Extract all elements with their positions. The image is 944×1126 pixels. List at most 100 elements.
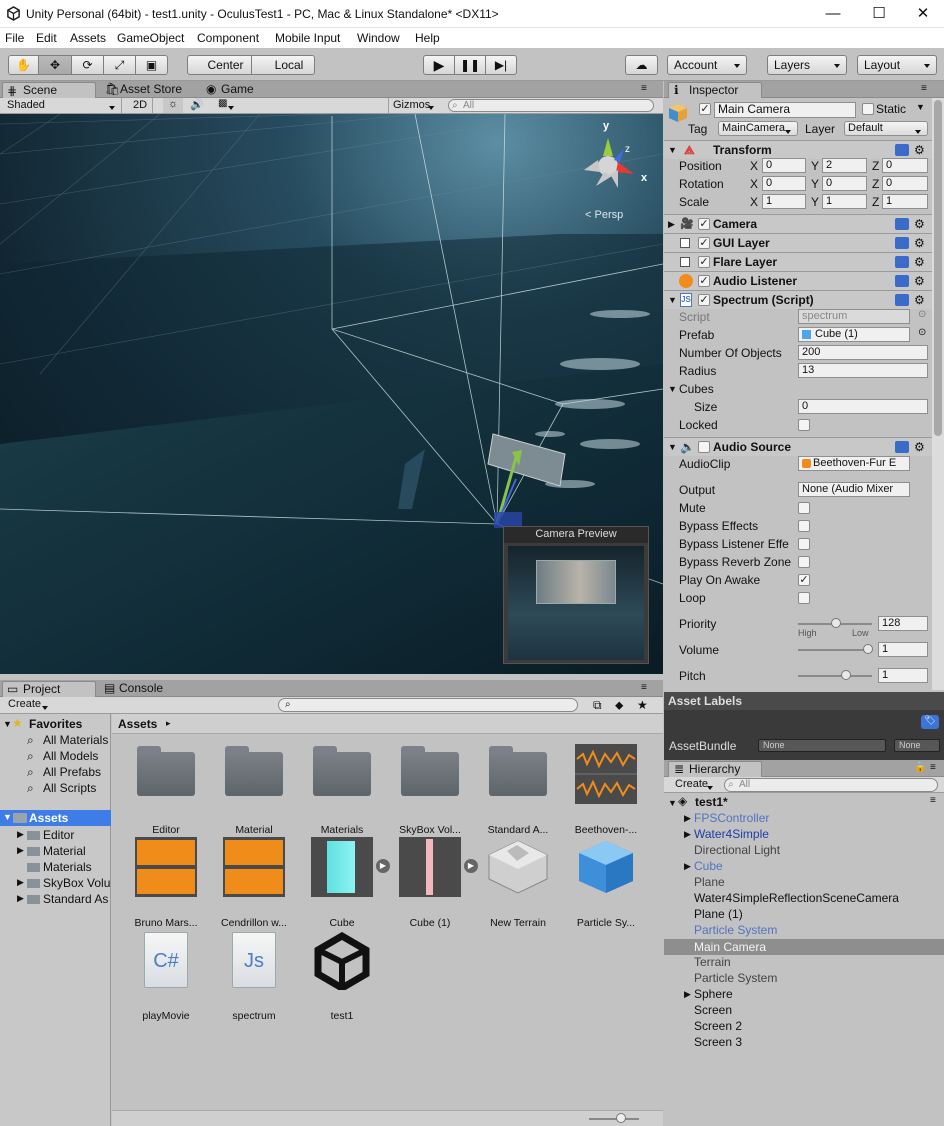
locked-checkbox[interactable] [798,419,810,431]
prefab-picker-icon[interactable]: ⊙ [918,327,926,338]
priority-slider-thumb[interactable] [831,618,841,628]
layout-dropdown[interactable]: Layout [857,55,937,75]
radius-input[interactable]: 13 [798,363,928,378]
scene-fold-icon[interactable]: ▼ [668,798,677,808]
fav-all-models[interactable]: All Models [43,749,98,763]
flare-layer-help-icon[interactable] [895,256,909,268]
tree-materials[interactable]: Materials [43,860,92,874]
tab-game[interactable]: ◉ Game [201,82,261,98]
cubes-size-input[interactable]: 0 [798,399,928,414]
tab-console[interactable]: ▤ Console [99,681,179,697]
asset-folder-skybox[interactable]: SkyBox Vol... [389,744,471,836]
static-dropdown-icon[interactable]: ▼ [916,102,925,112]
asset-audio-beethoven[interactable]: Beethoven-... [565,744,647,836]
menu-file[interactable]: File [5,31,24,45]
asset-folder-material[interactable]: Material [213,744,295,836]
inspector-scrollbar[interactable] [932,98,944,690]
gui-layer-help-icon[interactable] [895,237,909,249]
rotation-y-input[interactable]: 0 [822,176,867,191]
audio-listener-header[interactable]: Audio Listener ⚙ [664,271,932,290]
menu-gameobject[interactable]: GameObject [117,31,184,45]
tab-project[interactable]: ▭ Project [2,681,96,697]
hierarchy-search-input[interactable]: ⌕ All [724,778,938,792]
hier-expand-icon[interactable]: ▶ [684,829,691,840]
icon-size-slider-thumb[interactable] [616,1113,626,1123]
hier-item-directional-light[interactable]: Directional Light [694,843,780,857]
audio-listener-help-icon[interactable] [895,275,909,287]
hier-expand-icon[interactable]: ▶ [684,813,691,824]
hier-item-cube[interactable]: Cube [694,859,723,873]
rotate-tool-button[interactable]: ⟳ [71,55,104,75]
gizmos-dropdown[interactable]: Gizmos [388,98,440,113]
project-create-dropdown[interactable]: Create [2,698,54,712]
hierarchy-lock-icon[interactable]: 🔒 [914,762,926,773]
asset-audio-cendrillon[interactable]: Cendrillon w... [213,837,295,929]
menu-window[interactable]: Window [357,31,400,45]
rotation-x-input[interactable]: 0 [762,176,806,191]
layers-dropdown[interactable]: Layers [767,55,847,75]
tree-expand-icon[interactable]: ▶ [17,829,24,840]
gameobject-name-input[interactable]: Main Camera [714,102,856,118]
audio-source-enabled-checkbox[interactable] [698,441,710,453]
pause-button[interactable]: ❚❚ [454,55,486,75]
inspector-menu-icon[interactable]: ≡ [921,83,927,94]
tab-inspector[interactable]: ℹ Inspector [668,82,762,98]
asset-particle-system[interactable]: Particle Sy... [565,837,647,929]
project-menu-icon[interactable]: ≡ [641,682,647,693]
scale-tool-button[interactable]: ⤢ [103,55,136,75]
component-gear-icon[interactable]: ⚙ [914,141,925,159]
asset-script-playmovie[interactable]: C# playMovie [125,930,207,1022]
hier-item-plane-1[interactable]: Plane (1) [694,907,743,921]
play-on-awake-checkbox[interactable] [798,574,810,586]
project-search-input[interactable]: ⌕ [278,698,578,712]
scene-name[interactable]: test1* [695,795,728,809]
hier-item-reflection-camera[interactable]: Water4SimpleReflectionSceneCamera [694,891,899,905]
menu-help[interactable]: Help [415,31,440,45]
asset-folder-standard-assets[interactable]: Standard A... [477,744,559,836]
hier-expand-icon[interactable]: ▶ [684,861,691,872]
spectrum-enabled-checkbox[interactable] [698,294,710,306]
gui-layer-header[interactable]: GUI Layer ⚙ [664,233,932,252]
asset-folder-editor[interactable]: Editor [125,744,207,836]
step-button[interactable]: ▶| [485,55,517,75]
toggle-2d-button[interactable]: 2D [128,98,153,113]
hier-item-screen-3[interactable]: Screen 3 [694,1035,742,1049]
output-field[interactable]: None (Audio Mixer [798,482,910,497]
move-tool-button[interactable]: ✥ [38,55,72,75]
audio-toggle-icon[interactable]: 🔊 [187,98,207,113]
hier-item-particle-system-2[interactable]: Particle System [694,971,777,985]
position-y-input[interactable]: 2 [822,158,867,173]
camera-gear-icon[interactable]: ⚙ [914,215,925,233]
audio-source-gear-icon[interactable]: ⚙ [914,438,925,456]
hier-expand-icon[interactable]: ▶ [684,989,691,1000]
bypass-effects-checkbox[interactable] [798,520,810,532]
volume-input[interactable]: 1 [878,642,928,657]
hier-item-main-camera-selected[interactable]: Main Camera [664,939,944,955]
tree-editor[interactable]: Editor [43,828,74,842]
loop-checkbox[interactable] [798,592,810,604]
audio-source-header[interactable]: ▼ 🔈 Audio Source ⚙ [664,437,932,456]
position-x-input[interactable]: 0 [762,158,806,173]
camera-component-header[interactable]: ▶ 🎥 Camera ⚙ [664,214,932,233]
search-by-type-icon[interactable]: ⧉ [593,698,602,713]
search-by-label-icon[interactable]: ⬥ [615,698,623,713]
icon-size-slider-track[interactable] [589,1118,639,1120]
prefab-field[interactable]: Cube (1) [798,327,910,342]
assetbundle-dropdown[interactable]: None [758,739,886,752]
transform-header[interactable]: ▼ ⟁ Transform ⚙ [664,140,932,159]
static-checkbox[interactable] [862,103,874,115]
close-button[interactable]: ✕ [900,0,944,28]
spectrum-script-header[interactable]: ▼ JS Spectrum (Script) ⚙ [664,290,932,309]
pitch-slider-thumb[interactable] [841,670,851,680]
pivot-local-button[interactable]: Local [251,55,315,75]
tab-asset-store[interactable]: 🛍 Asset Store [100,82,192,98]
fav-all-prefabs[interactable]: All Prefabs [43,765,101,779]
priority-input[interactable]: 128 [878,616,928,631]
audio-listener-gear-icon[interactable]: ⚙ [914,272,925,290]
asset-script-spectrum[interactable]: Js spectrum [213,930,295,1022]
inspector-scroll-thumb[interactable] [934,100,942,436]
hier-item-particle-system[interactable]: Particle System [694,923,777,937]
gui-layer-enabled-checkbox[interactable] [698,237,710,249]
audio-listener-enabled-checkbox[interactable] [698,275,710,287]
hier-item-screen-2[interactable]: Screen 2 [694,1019,742,1033]
